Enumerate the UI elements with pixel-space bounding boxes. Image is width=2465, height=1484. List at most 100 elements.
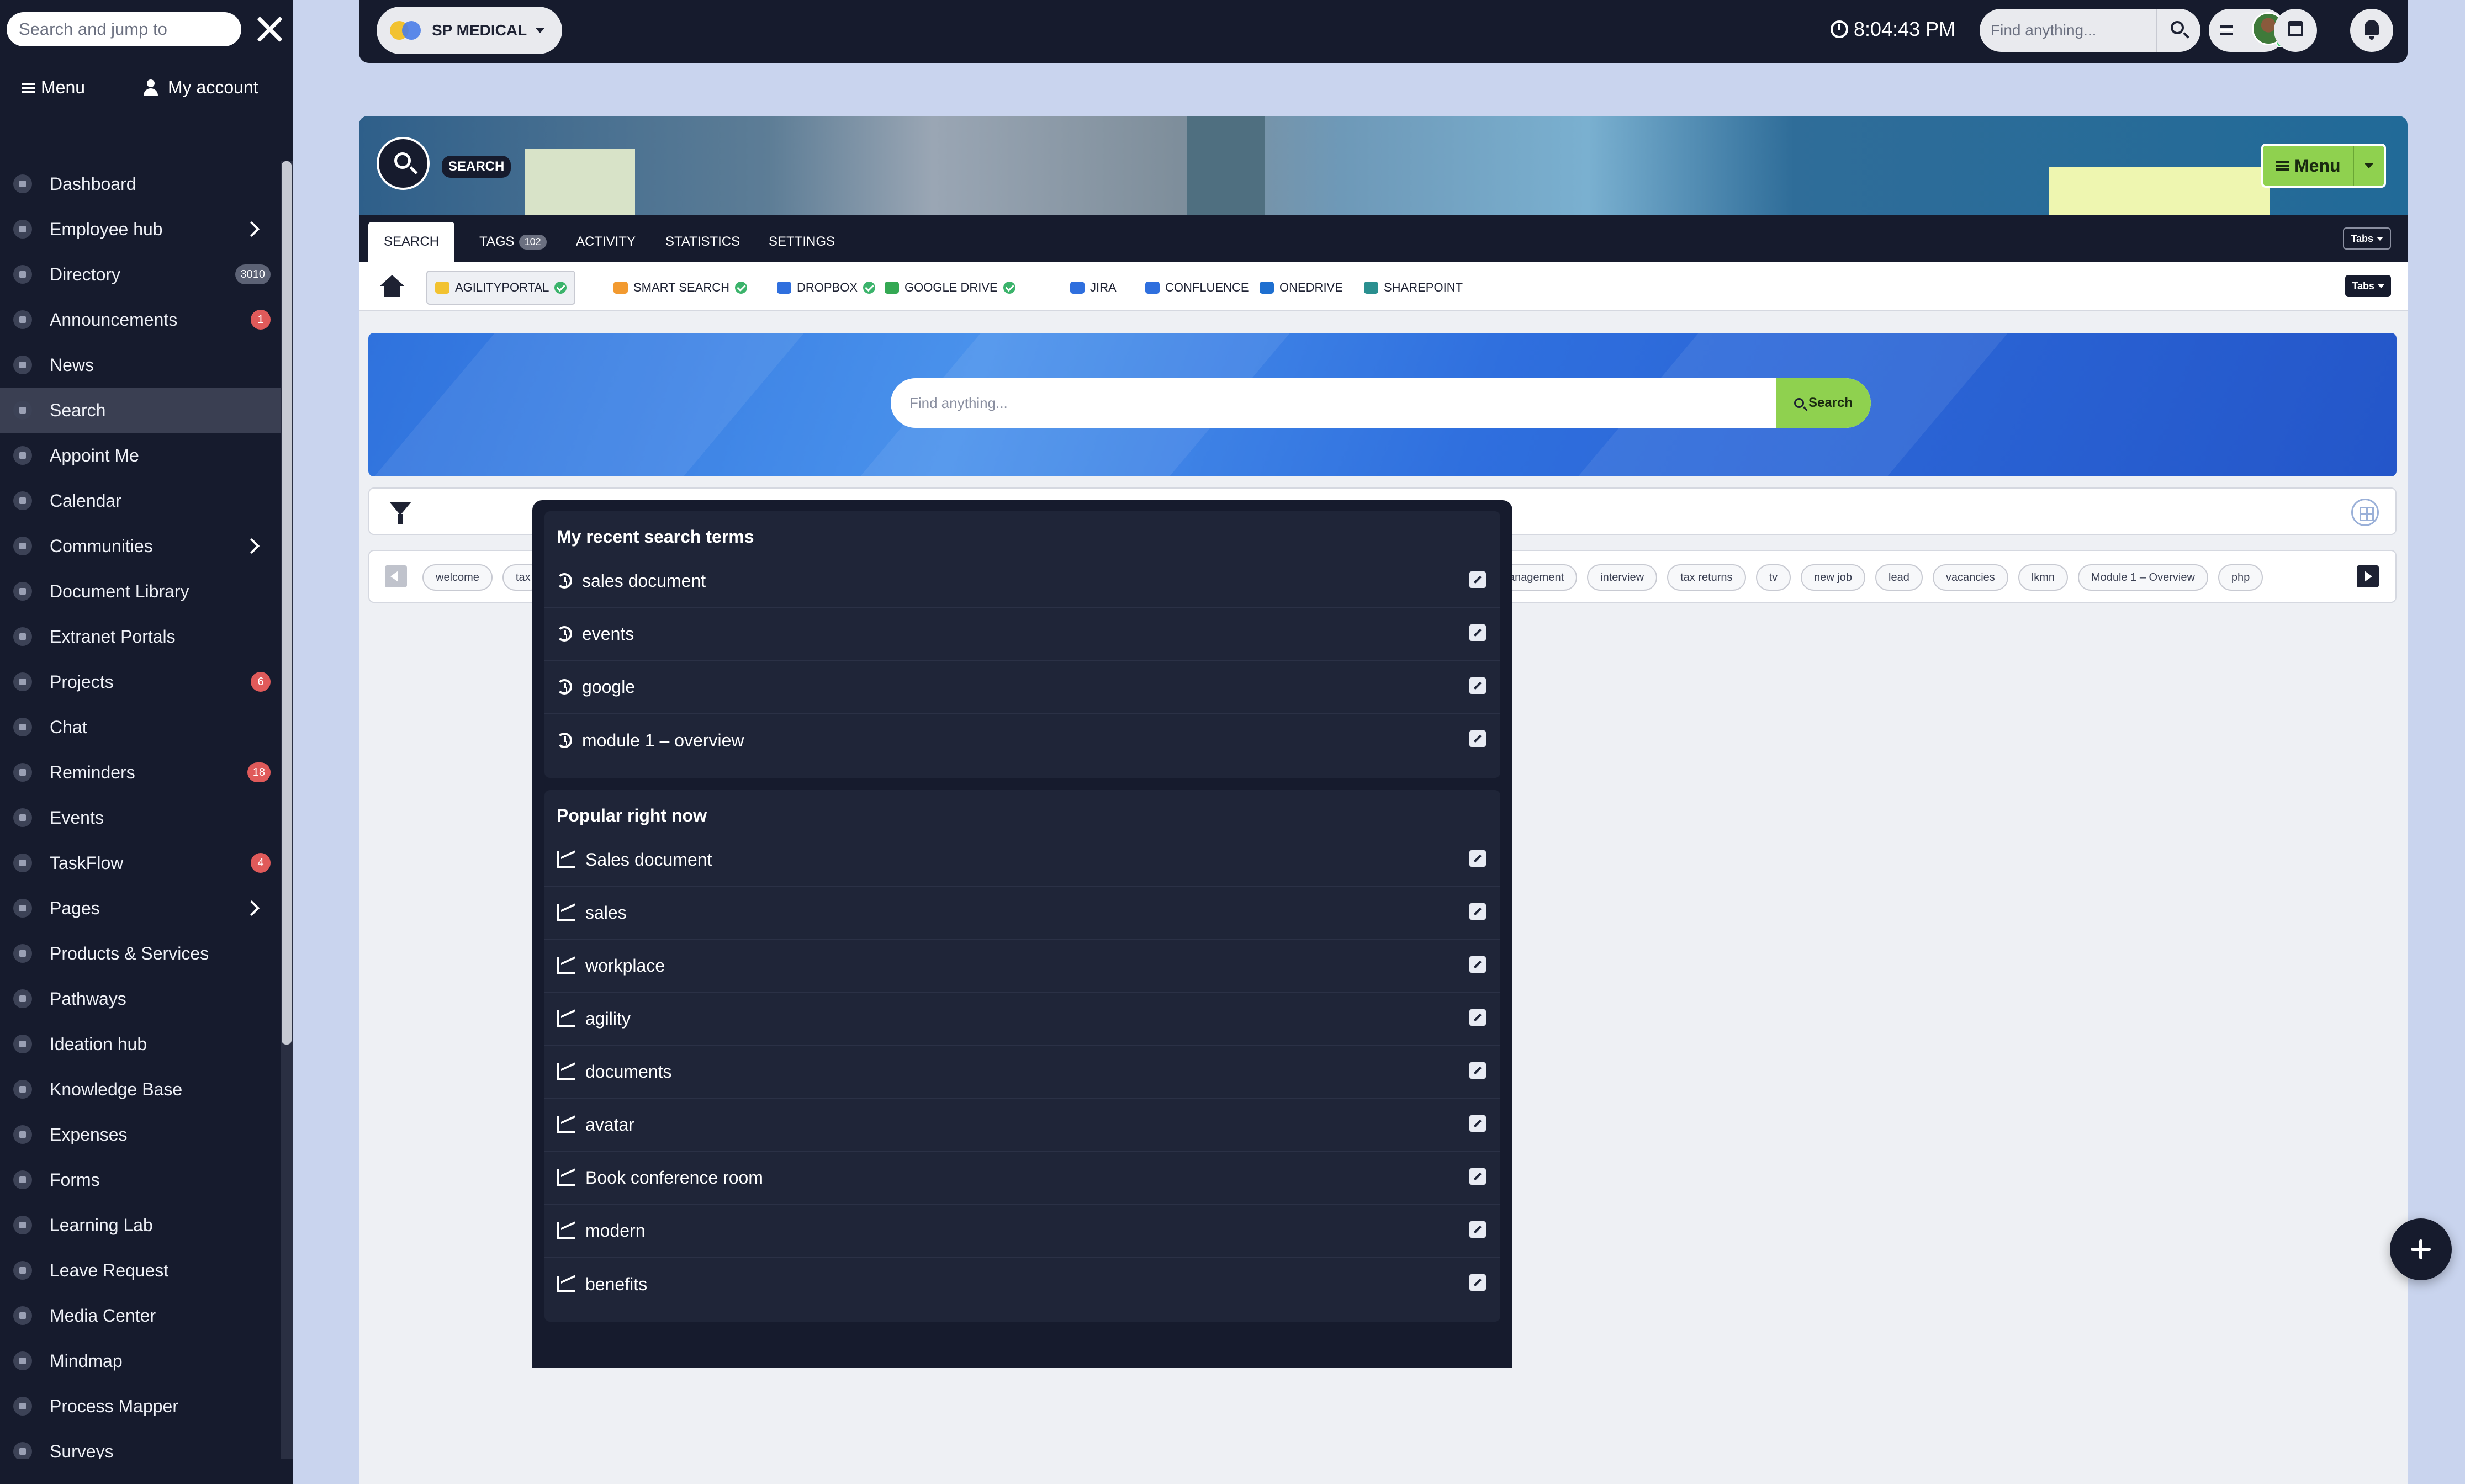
grid-view-icon[interactable] bbox=[2351, 499, 2379, 526]
sidebar-item-learning-lab[interactable]: Learning Lab bbox=[0, 1202, 281, 1248]
top-search-button[interactable] bbox=[2156, 9, 2200, 52]
sidebar-item-expenses[interactable]: Expenses bbox=[0, 1112, 281, 1157]
tag-chip[interactable]: tax returns bbox=[1667, 564, 1746, 591]
sidebar-item-appoint-me[interactable]: Appoint Me bbox=[0, 433, 281, 478]
source-tab-sharepoint[interactable]: SHAREPOINT bbox=[1356, 271, 1470, 305]
open-external-icon[interactable] bbox=[1469, 730, 1486, 747]
tag-chip[interactable]: php bbox=[2218, 564, 2263, 591]
popular-search-item[interactable]: avatar bbox=[544, 1099, 1500, 1152]
tab-activity[interactable]: ACTIVITY bbox=[560, 222, 651, 262]
recent-search-item[interactable]: google bbox=[544, 661, 1500, 714]
sidebar-item-taskflow[interactable]: TaskFlow 4 bbox=[0, 840, 281, 886]
source-tab-confluence[interactable]: CONFLUENCE bbox=[1138, 271, 1257, 305]
recent-search-item[interactable]: sales document bbox=[544, 555, 1500, 608]
chevron-right-icon[interactable] bbox=[244, 538, 260, 554]
source-tab-dropbox[interactable]: DROPBOX bbox=[769, 271, 883, 305]
sidebar-item-reminders[interactable]: Reminders 18 bbox=[0, 750, 281, 795]
sidebar-item-pathways[interactable]: Pathways bbox=[0, 976, 281, 1021]
open-external-icon[interactable] bbox=[1469, 571, 1486, 588]
open-external-icon[interactable] bbox=[1469, 1274, 1486, 1291]
tab-tags[interactable]: TAGS 102 bbox=[464, 222, 562, 262]
sidebar-menu-button[interactable]: Menu bbox=[22, 77, 85, 98]
tag-chip[interactable]: new job bbox=[1801, 564, 1866, 591]
chevron-right-icon[interactable] bbox=[244, 900, 260, 916]
open-external-icon[interactable] bbox=[1469, 850, 1486, 867]
main-search-input[interactable]: Find anything... bbox=[891, 378, 1776, 428]
open-external-icon[interactable] bbox=[1469, 1221, 1486, 1238]
source-tab-onedrive[interactable]: ONEDRIVE bbox=[1252, 271, 1351, 305]
sidebar-item-announcements[interactable]: Announcements 1 bbox=[0, 297, 281, 342]
recent-search-item[interactable]: module 1 – overview bbox=[544, 714, 1500, 767]
tag-chip[interactable]: Module 1 – Overview bbox=[2078, 564, 2208, 591]
sidebar-item-news[interactable]: News bbox=[0, 342, 281, 388]
sidebar-item-surveys[interactable]: Surveys bbox=[0, 1429, 281, 1459]
source-tab-jira[interactable]: JIRA bbox=[1062, 271, 1124, 305]
recent-search-item[interactable]: events bbox=[544, 608, 1500, 661]
popular-search-item[interactable]: workplace bbox=[544, 940, 1500, 993]
sidebar-item-mindmap[interactable]: Mindmap bbox=[0, 1338, 281, 1384]
sidebar-item-pages[interactable]: Pages bbox=[0, 886, 281, 931]
close-icon[interactable] bbox=[251, 11, 288, 47]
sidebar-item-media-center[interactable]: Media Center bbox=[0, 1293, 281, 1338]
open-external-icon[interactable] bbox=[1469, 1009, 1486, 1026]
sidebar-search-input[interactable]: Search and jump to bbox=[7, 12, 241, 46]
notifications-button[interactable] bbox=[2350, 9, 2393, 52]
open-external-icon[interactable] bbox=[1469, 903, 1486, 920]
source-tab-smart-search[interactable]: SMART SEARCH bbox=[606, 271, 755, 305]
page-menu-button[interactable]: Menu bbox=[2261, 144, 2386, 188]
sidebar-item-employee-hub[interactable]: Employee hub bbox=[0, 206, 281, 252]
brand-switcher[interactable]: SP MEDICAL bbox=[377, 7, 563, 54]
open-external-icon[interactable] bbox=[1469, 1168, 1486, 1185]
popular-search-item[interactable]: modern bbox=[544, 1205, 1500, 1258]
sidebar-item-forms[interactable]: Forms bbox=[0, 1157, 281, 1202]
source-tab-agilityportal[interactable]: AGILITYPORTAL bbox=[426, 271, 576, 305]
tab-statistics[interactable]: STATISTICS bbox=[650, 222, 755, 262]
scroll-right-icon[interactable] bbox=[2357, 565, 2379, 587]
popular-search-item[interactable]: benefits bbox=[544, 1258, 1500, 1311]
chevron-right-icon[interactable] bbox=[244, 221, 260, 237]
sidebar-item-communities[interactable]: Communities bbox=[0, 523, 281, 569]
tag-chip[interactable]: interview bbox=[1587, 564, 1658, 591]
sidebar-item-calendar[interactable]: Calendar bbox=[0, 478, 281, 523]
calendar-button[interactable] bbox=[2274, 9, 2317, 52]
sidebar-item-directory[interactable]: Directory 3010 bbox=[0, 252, 281, 297]
home-icon[interactable] bbox=[380, 275, 404, 297]
sidebar-item-leave-request[interactable]: Leave Request bbox=[0, 1248, 281, 1293]
sidebar-item-search[interactable]: Search bbox=[0, 388, 281, 433]
popular-search-item[interactable]: Sales document bbox=[544, 834, 1500, 887]
sidebar-item-document-library[interactable]: Document Library bbox=[0, 569, 281, 614]
tag-chip[interactable]: vacancies bbox=[1932, 564, 2008, 591]
add-button[interactable] bbox=[2390, 1218, 2452, 1280]
sidebar-item-products-services[interactable]: Products & Services bbox=[0, 931, 281, 976]
popular-search-item[interactable]: Book conference room bbox=[544, 1152, 1500, 1205]
main-search-button[interactable]: Search bbox=[1776, 378, 1871, 428]
source-tab-google-drive[interactable]: GOOGLE DRIVE bbox=[877, 271, 1023, 305]
open-external-icon[interactable] bbox=[1469, 1062, 1486, 1079]
open-external-icon[interactable] bbox=[1469, 1115, 1486, 1132]
open-external-icon[interactable] bbox=[1469, 677, 1486, 694]
sidebar-item-ideation-hub[interactable]: Ideation hub bbox=[0, 1021, 281, 1067]
tag-chip[interactable]: welcome bbox=[422, 564, 493, 591]
tab-search[interactable]: SEARCH bbox=[368, 222, 455, 262]
tabs-dropdown-button[interactable]: Tabs bbox=[2343, 227, 2391, 250]
top-search-input[interactable]: Find anything... bbox=[1980, 22, 2156, 39]
sources-tabs-dropdown-button[interactable]: Tabs bbox=[2345, 275, 2391, 297]
sidebar-item-process-mapper[interactable]: Process Mapper bbox=[0, 1384, 281, 1429]
tag-chip[interactable]: tv bbox=[1755, 564, 1791, 591]
my-account-button[interactable]: My account bbox=[142, 77, 258, 98]
sidebar-item-events[interactable]: Events bbox=[0, 795, 281, 840]
filter-icon[interactable] bbox=[389, 502, 411, 524]
sidebar-item-projects[interactable]: Projects 6 bbox=[0, 659, 281, 704]
sidebar-item-extranet-portals[interactable]: Extranet Portals bbox=[0, 614, 281, 659]
popular-search-item[interactable]: sales bbox=[544, 887, 1500, 940]
page-menu-main[interactable]: Menu bbox=[2263, 146, 2353, 186]
tag-chip[interactable]: lead bbox=[1875, 564, 1923, 591]
tag-chip[interactable]: lkmn bbox=[2018, 564, 2069, 591]
sidebar-item-knowledge-base[interactable]: Knowledge Base bbox=[0, 1067, 281, 1112]
page-menu-dropdown[interactable] bbox=[2352, 146, 2384, 186]
tab-settings[interactable]: SETTINGS bbox=[753, 222, 850, 262]
sidebar-scrollbar-thumb[interactable] bbox=[282, 161, 292, 1045]
open-external-icon[interactable] bbox=[1469, 624, 1486, 641]
popular-search-item[interactable]: agility bbox=[544, 993, 1500, 1046]
popular-search-item[interactable]: documents bbox=[544, 1046, 1500, 1099]
